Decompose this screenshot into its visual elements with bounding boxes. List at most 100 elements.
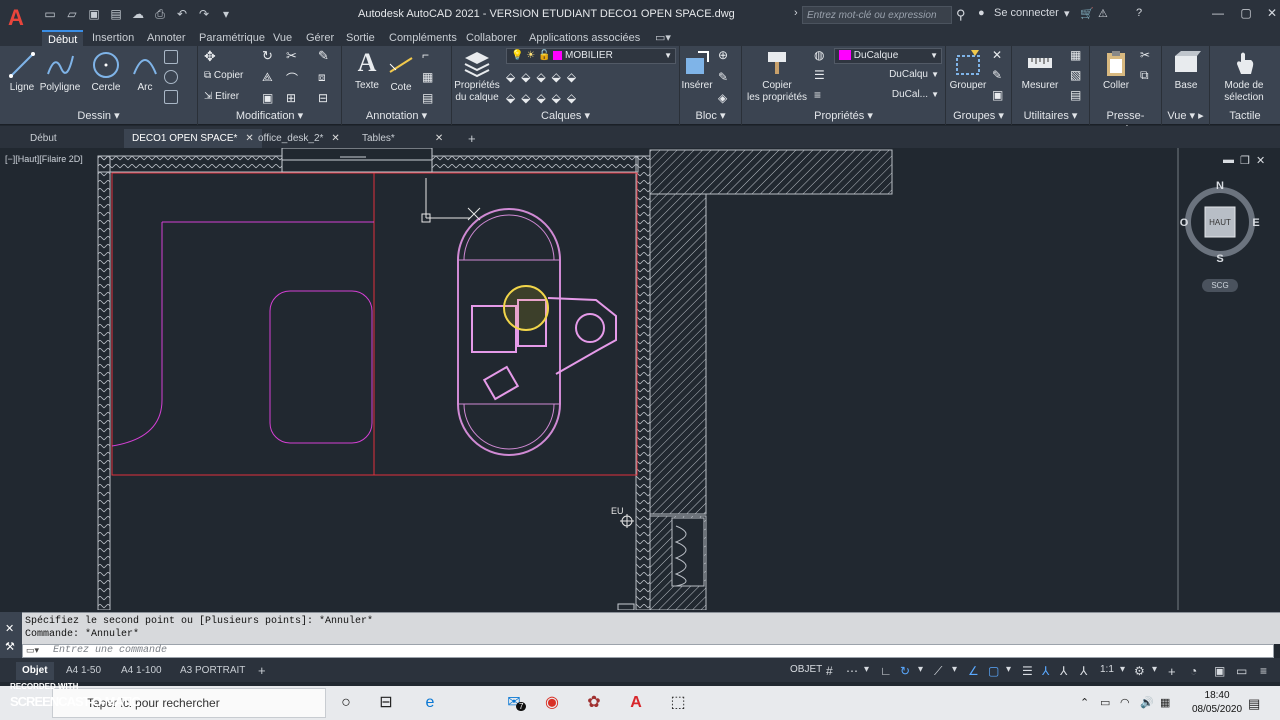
trim-icon[interactable]: ✂ bbox=[286, 48, 297, 64]
copy-button[interactable]: ⧉ Copier bbox=[204, 70, 243, 81]
tab-annoter[interactable]: Annoter bbox=[147, 30, 186, 46]
save-icon[interactable]: ▣ bbox=[86, 7, 102, 21]
annotation-scale-value[interactable]: 1:1 bbox=[1100, 664, 1114, 675]
a360-icon[interactable]: ⚠ bbox=[1098, 7, 1108, 20]
tab-gerer[interactable]: Gérer bbox=[306, 30, 334, 46]
wall-corridor-side[interactable] bbox=[649, 193, 707, 515]
object-snap-tracking-icon[interactable]: ∠ bbox=[968, 664, 979, 678]
user-icon[interactable]: ● bbox=[978, 7, 985, 19]
doc-tab-debut[interactable]: Début bbox=[22, 129, 65, 148]
calculator-icon[interactable]: ▤ bbox=[1070, 88, 1081, 102]
isodraft-icon[interactable]: ⟋ bbox=[934, 664, 942, 679]
tab-vue[interactable]: Vue bbox=[273, 30, 292, 46]
compass-north[interactable]: N bbox=[1216, 180, 1224, 192]
paste-button[interactable]: Coller bbox=[1096, 48, 1136, 92]
autocad-taskbar-icon[interactable]: A bbox=[626, 693, 646, 713]
redo-icon[interactable]: ↷ bbox=[196, 7, 212, 21]
block-attributes-icon[interactable]: ◈ bbox=[718, 91, 727, 105]
polar-icon[interactable]: ↻ bbox=[900, 664, 910, 678]
insert-button[interactable]: Insérer bbox=[680, 48, 714, 92]
lineweight-toggle-icon[interactable]: ☰ bbox=[1022, 664, 1033, 678]
rectangle-icon[interactable] bbox=[164, 50, 178, 64]
table-icon[interactable]: ▦ bbox=[422, 70, 433, 84]
rug[interactable] bbox=[269, 290, 373, 444]
add-layout-icon[interactable]: + bbox=[252, 662, 272, 680]
chevron-right-icon[interactable]: › bbox=[794, 7, 798, 19]
copy-clip-icon[interactable]: ⧉ bbox=[1140, 68, 1149, 83]
plot-icon[interactable]: ⎙ bbox=[152, 7, 168, 21]
scale-icon[interactable]: ▣ bbox=[262, 91, 273, 105]
chrome-icon[interactable]: ◉ bbox=[542, 693, 562, 713]
match-properties-button[interactable]: Copier les propriétés bbox=[746, 48, 808, 104]
office-chair[interactable] bbox=[547, 297, 617, 375]
base-view-button[interactable]: Base bbox=[1168, 48, 1204, 92]
snap-icon[interactable]: ⋯ bbox=[846, 664, 858, 678]
duct[interactable] bbox=[671, 517, 705, 587]
annotation-table-icon[interactable]: ▤ bbox=[422, 91, 433, 105]
selection-mode-button[interactable]: Mode de sélection bbox=[1212, 48, 1276, 104]
line-button[interactable]: Ligne bbox=[6, 50, 38, 94]
doc-tab-tables[interactable]: Tables* ✕ bbox=[354, 129, 451, 148]
isolate-objects-icon[interactable]: ◔ bbox=[1190, 664, 1197, 678]
model-space-button[interactable]: OBJET bbox=[790, 664, 822, 675]
viewport-minimize-icon[interactable]: ▬ bbox=[1223, 154, 1234, 166]
edit-block-icon[interactable]: ✎ bbox=[718, 70, 728, 84]
panel-title-utilitaires[interactable]: Utilitaires ▾ bbox=[1012, 109, 1089, 123]
group-edit-icon[interactable]: ✎ bbox=[992, 68, 1002, 82]
doc-tab-deco1[interactable]: DECO1 OPEN SPACE* ✕ bbox=[124, 129, 262, 148]
polar-dropdown-icon[interactable]: ▾ bbox=[918, 664, 923, 675]
save-as-icon[interactable]: ▤ bbox=[108, 7, 124, 21]
command-input[interactable]: Entrez une commande bbox=[22, 644, 1274, 658]
annotation-scale-icon[interactable]: ⅄ bbox=[1080, 664, 1087, 678]
panel-title-modification[interactable]: Modification ▾ bbox=[198, 109, 341, 123]
dimension-button[interactable]: Cote bbox=[386, 50, 416, 94]
network-icon[interactable]: ▭ bbox=[1100, 696, 1110, 709]
ortho-icon[interactable]: ∟ bbox=[880, 664, 892, 678]
panel-title-groupes[interactable]: Groupes ▾ bbox=[946, 109, 1011, 123]
offset-icon[interactable]: ⊟ bbox=[318, 91, 328, 105]
create-block-icon[interactable]: ⊕ bbox=[718, 48, 728, 62]
group-select-icon[interactable]: ▣ bbox=[992, 88, 1003, 102]
wall-right-inner[interactable] bbox=[635, 155, 651, 610]
cortana-icon[interactable]: ○ bbox=[336, 693, 356, 713]
tray-chevron-icon[interactable]: ⌃ bbox=[1080, 696, 1089, 709]
ribbon-options-icon[interactable]: ▭▾ bbox=[655, 30, 671, 46]
viewport-controls-label[interactable]: [−][Haut][Filaire 2D] bbox=[5, 154, 83, 164]
viewport-restore-icon[interactable]: ❐ bbox=[1240, 154, 1250, 167]
close-icon[interactable]: ✕ bbox=[1262, 6, 1280, 22]
explode-icon[interactable]: ⧈ bbox=[318, 70, 326, 85]
tab-sortie[interactable]: Sortie bbox=[346, 30, 375, 46]
new-file-icon[interactable]: ▭ bbox=[42, 7, 58, 21]
system-clock[interactable]: 18:40 08/05/2020 bbox=[1192, 689, 1242, 717]
panel-title-proprietes[interactable]: Propriétés ▾ bbox=[742, 109, 945, 123]
edge-icon[interactable]: e bbox=[420, 693, 440, 713]
wall-corridor-top[interactable] bbox=[649, 149, 893, 195]
ungroup-icon[interactable]: ✕ bbox=[992, 48, 1002, 62]
layout-tab-a3[interactable]: A3 PORTRAIT bbox=[174, 662, 251, 680]
polyline-button[interactable]: Polyligne bbox=[38, 50, 82, 94]
language-icon[interactable]: ▦ bbox=[1160, 696, 1170, 709]
tab-debut[interactable]: Début bbox=[42, 30, 84, 46]
annotation-visibility-icon[interactable]: ⅄ bbox=[1042, 664, 1049, 678]
clean-screen-icon[interactable]: ▭ bbox=[1236, 664, 1247, 678]
undo-icon[interactable]: ↶ bbox=[174, 7, 190, 21]
open-file-icon[interactable]: ▱ bbox=[64, 7, 80, 21]
doc-tab-office-desk[interactable]: office_desk_2* ✕ bbox=[250, 129, 348, 148]
measure-button[interactable]: Mesurer bbox=[1016, 48, 1064, 92]
app-flower-icon[interactable]: ✿ bbox=[584, 693, 604, 713]
move-icon[interactable]: ✥ bbox=[204, 48, 216, 65]
compass-west[interactable]: O bbox=[1180, 217, 1189, 229]
tab-insertion[interactable]: Insertion bbox=[92, 30, 134, 46]
erase-icon[interactable]: ✎ bbox=[318, 48, 329, 64]
scale-dropdown-icon[interactable]: ▾ bbox=[1120, 664, 1125, 675]
drawing-viewport[interactable]: EU [−][Haut][Filaire 2D] ▬ ❐ ✕ bbox=[0, 148, 1280, 610]
snap-dropdown-icon[interactable]: ▾ bbox=[864, 664, 869, 675]
add-icon[interactable]: + bbox=[1168, 664, 1176, 679]
auto-scale-icon[interactable]: ⅄ bbox=[1060, 664, 1067, 678]
workspace-dropdown-icon[interactable]: ▾ bbox=[1152, 664, 1157, 675]
viewport-close-icon[interactable]: ✕ bbox=[1256, 154, 1265, 167]
text-button[interactable]: A Texte bbox=[350, 48, 384, 92]
color-dropdown[interactable]: DuCalque ▼ bbox=[834, 48, 942, 64]
lineweight-icon[interactable]: ≡ bbox=[814, 88, 821, 102]
cut-icon[interactable]: ✂ bbox=[1140, 48, 1150, 62]
